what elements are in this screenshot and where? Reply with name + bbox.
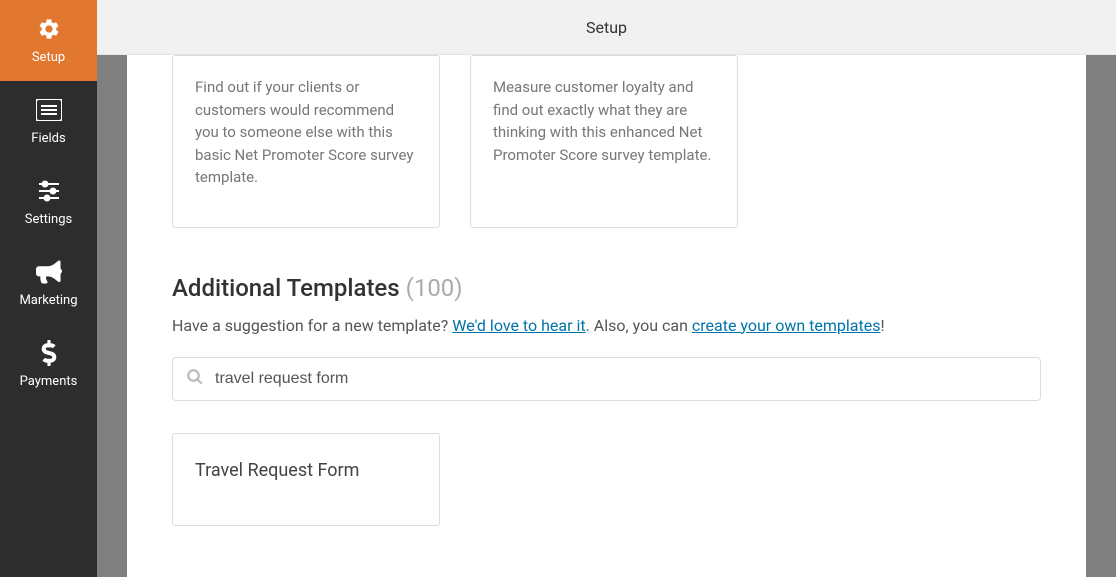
sidebar-item-marketing[interactable]: Marketing [0, 243, 97, 324]
gutter-left [97, 55, 127, 577]
header: Setup [97, 0, 1116, 55]
sidebar-item-settings[interactable]: Settings [0, 162, 97, 243]
templates-count: (100) [406, 274, 463, 302]
search-icon [186, 368, 204, 390]
sliders-icon [36, 178, 62, 204]
template-card[interactable]: Measure customer loyalty and find out ex… [470, 55, 738, 228]
sidebar-item-setup[interactable]: Setup [0, 0, 97, 81]
dollar-icon [36, 340, 62, 366]
template-card-description: Measure customer loyalty and find out ex… [493, 76, 715, 166]
template-result-title: Travel Request Form [195, 460, 417, 481]
page-title: Setup [586, 18, 627, 37]
template-result-card[interactable]: Travel Request Form [172, 433, 440, 526]
template-search [172, 357, 1041, 401]
sidebar-item-label: Setup [32, 50, 65, 65]
sidebar-item-fields[interactable]: Fields [0, 81, 97, 162]
list-icon [36, 97, 62, 123]
content-area: Find out if your clients or customers wo… [127, 55, 1086, 577]
template-card[interactable]: Find out if your clients or customers wo… [172, 55, 440, 228]
sidebar: Setup Fields Settings Marketing Payments [0, 0, 97, 577]
sidebar-item-label: Fields [31, 131, 65, 146]
additional-templates-subtext: Have a suggestion for a new template? We… [172, 316, 1041, 335]
template-card-description: Find out if your clients or customers wo… [195, 76, 417, 189]
bullhorn-icon [36, 259, 62, 285]
sidebar-item-label: Marketing [19, 293, 77, 308]
create-own-templates-link[interactable]: create your own templates [692, 316, 881, 335]
gear-icon [36, 16, 62, 42]
sidebar-item-label: Settings [25, 212, 72, 227]
additional-templates-heading: Additional Templates (100) [172, 274, 1041, 302]
sidebar-item-payments[interactable]: Payments [0, 324, 97, 405]
suggestion-link[interactable]: We'd love to hear it [452, 316, 585, 335]
sidebar-item-label: Payments [20, 374, 78, 389]
gutter-right [1086, 55, 1116, 577]
template-search-input[interactable] [172, 357, 1041, 401]
